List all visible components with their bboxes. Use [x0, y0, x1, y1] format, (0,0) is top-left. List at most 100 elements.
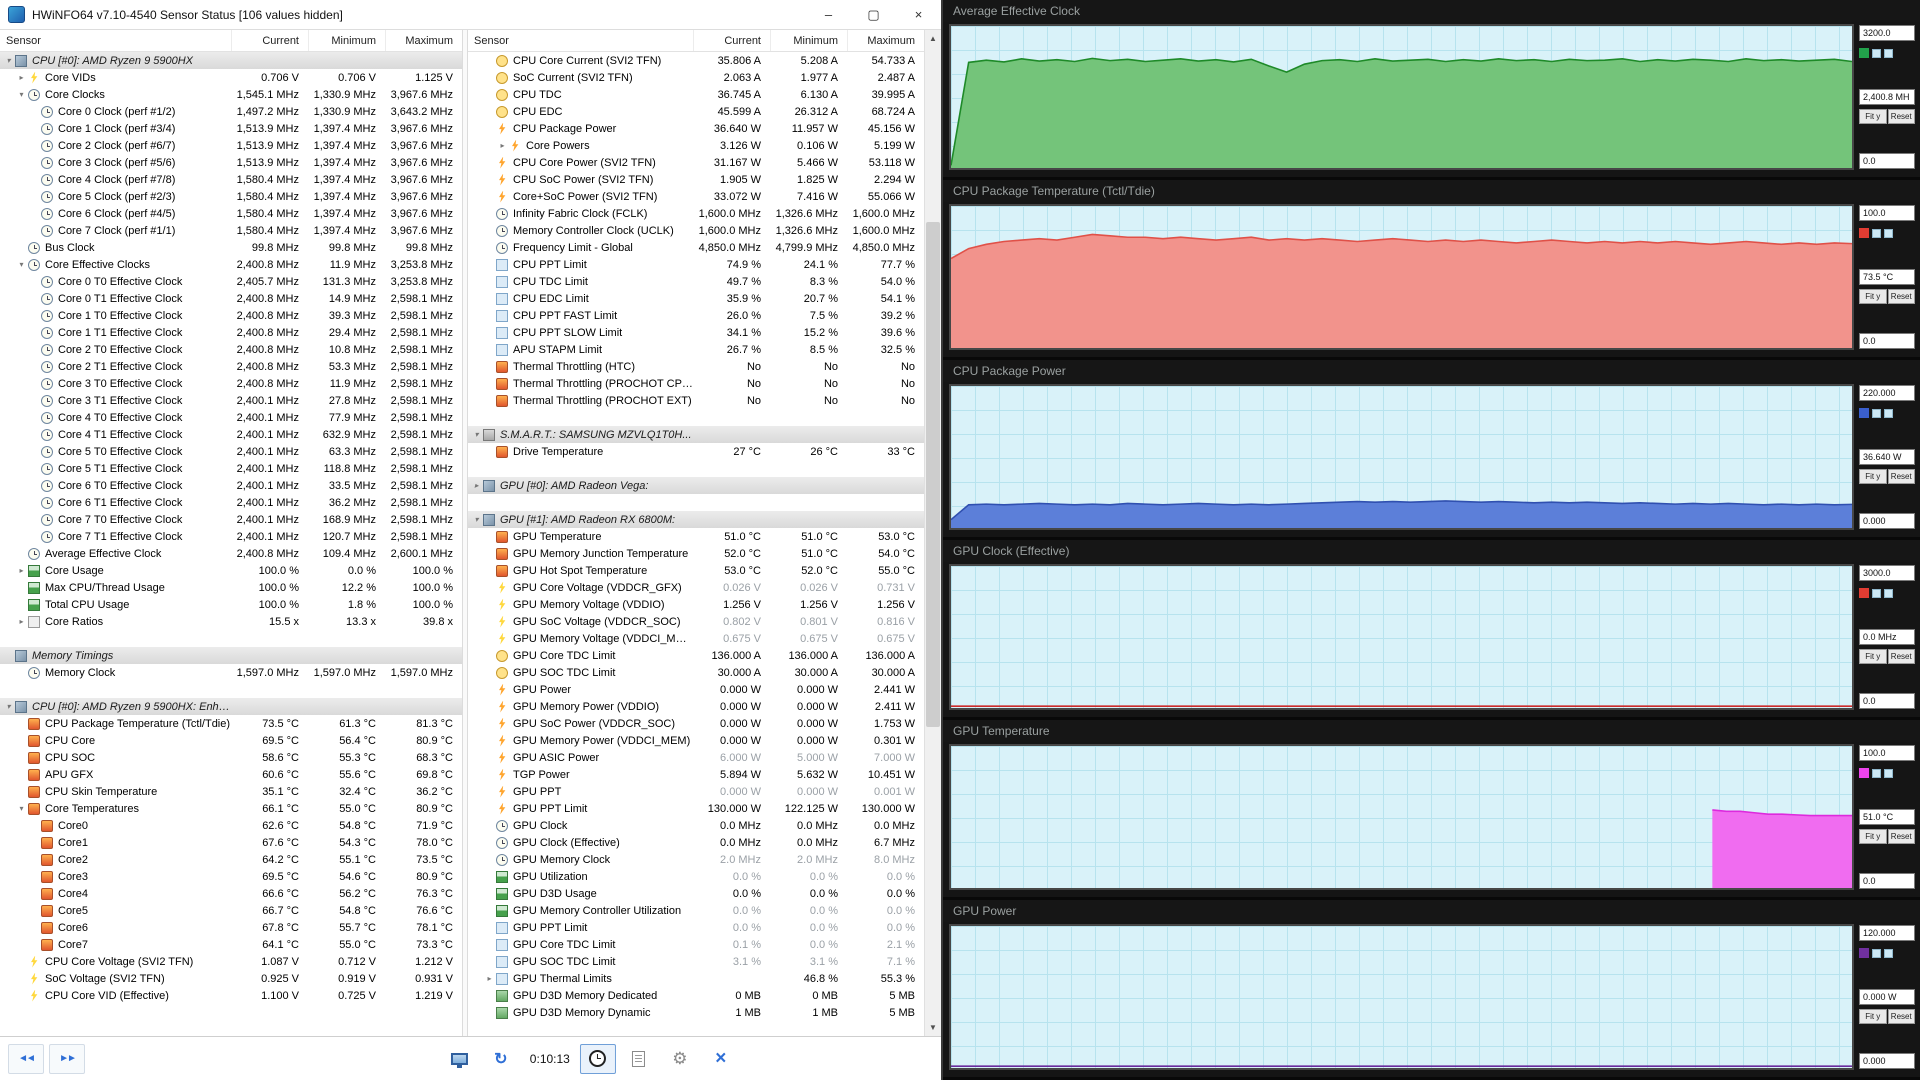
sensor-row[interactable]: Core4 66.6 °C 56.2 °C 76.3 °C — [0, 885, 462, 902]
sensor-row[interactable]: CPU EDC Limit 35.9 % 20.7 % 54.1 % — [468, 290, 924, 307]
column-header-sensor[interactable]: Sensor — [4, 35, 231, 47]
sensor-row[interactable]: Bus Clock 99.8 MHz 99.8 MHz 99.8 MHz — [0, 239, 462, 256]
sensor-row[interactable]: Core6 67.8 °C 55.7 °C 78.1 °C — [0, 919, 462, 936]
sensor-row[interactable]: GPU SoC Voltage (VDDCR_SOC) 0.802 V 0.801 … — [468, 613, 924, 630]
column-header-minimum[interactable]: Minimum — [308, 30, 385, 51]
expander-icon[interactable]: ▾ — [471, 511, 482, 528]
section-header-row[interactable]: ▾ CPU [#0]: AMD Ryzen 9 5900HX — [0, 52, 462, 69]
section-header-row[interactable]: ▸ GPU [#0]: AMD Radeon Vega: — [468, 477, 924, 494]
column-header-current[interactable]: Current — [693, 30, 770, 51]
sensor-row[interactable]: ▸ Core VIDs 0.706 V 0.706 V 1.125 V — [0, 69, 462, 86]
sensor-row[interactable]: CPU TDC 36.745 A 6.130 A 39.995 A — [468, 86, 924, 103]
sensor-row[interactable]: CPU SOC 58.6 °C 55.3 °C 68.3 °C — [0, 749, 462, 766]
sensor-row[interactable]: Core2 64.2 °C 55.1 °C 73.5 °C — [0, 851, 462, 868]
graph-option-checkbox[interactable] — [1872, 48, 1881, 58]
sensor-row[interactable]: CPU Core VID (Effective) 1.100 V 0.725 V 1.… — [0, 987, 462, 1004]
y-max-field[interactable]: 3200.0 — [1859, 25, 1915, 41]
y-min-field[interactable]: 0.000 — [1859, 1053, 1915, 1069]
sensor-row[interactable]: Core3 69.5 °C 54.6 °C 80.9 °C — [0, 868, 462, 885]
sensor-row[interactable]: GPU Memory Controller Utilization 0.0 % 0.… — [468, 902, 924, 919]
series-color-swatch[interactable] — [1859, 228, 1869, 238]
sensor-row[interactable]: Core 6 Clock (perf #4/5) 1,580.4 MHz 1,397… — [0, 205, 462, 222]
sensor-row[interactable]: Core 0 T0 Effective Clock 2,405.7 MHz 131.… — [0, 273, 462, 290]
sensor-row[interactable]: GPU SOC TDC Limit 3.1 % 3.1 % 7.1 % — [468, 953, 924, 970]
sensor-row[interactable]: GPU Power 0.000 W 0.000 W 2.441 W — [468, 681, 924, 698]
sensor-row[interactable]: TGP Power 5.894 W 5.632 W 10.451 W — [468, 766, 924, 783]
graph-plot[interactable] — [949, 204, 1854, 350]
move-value-left-button[interactable]: ◄◄ — [8, 1043, 44, 1074]
sensor-row[interactable]: ▾ Core Clocks 1,545.1 MHz 1,330.9 MHz 3,967.… — [0, 86, 462, 103]
series-color-swatch[interactable] — [1859, 588, 1869, 598]
sensor-row[interactable]: Core 7 T0 Effective Clock 2,400.1 MHz 168.… — [0, 511, 462, 528]
sensor-row[interactable]: GPU SoC Power (VDDCR_SOC) 0.000 W 0.000 W 1… — [468, 715, 924, 732]
refresh-button[interactable]: ↻ — [483, 1044, 519, 1074]
graph-option-checkbox[interactable] — [1884, 768, 1893, 778]
sensor-row[interactable]: Core 2 T0 Effective Clock 2,400.8 MHz 10.8… — [0, 341, 462, 358]
expander-icon[interactable]: ▾ — [16, 256, 27, 273]
expander-icon[interactable]: ▸ — [497, 137, 508, 154]
expander-icon[interactable]: ▸ — [16, 562, 27, 579]
sensor-row[interactable]: Core1 67.6 °C 54.3 °C 78.0 °C — [0, 834, 462, 851]
settings-button[interactable]: ⚙ — [662, 1044, 698, 1074]
sensor-row[interactable]: Total CPU Usage 100.0 % 1.8 % 100.0 % — [0, 596, 462, 613]
sensor-row[interactable]: Core5 66.7 °C 54.8 °C 76.6 °C — [0, 902, 462, 919]
sensor-row[interactable]: Core 5 Clock (perf #2/3) 1,580.4 MHz 1,397… — [0, 188, 462, 205]
y-min-field[interactable]: 0.0 — [1859, 153, 1915, 169]
scrollbar-track[interactable] — [925, 47, 941, 1019]
y-max-field[interactable]: 220.000 — [1859, 385, 1915, 401]
sensor-row[interactable]: Core0 62.6 °C 54.8 °C 71.9 °C — [0, 817, 462, 834]
column-header-maximum[interactable]: Maximum — [847, 30, 924, 51]
sensor-row[interactable]: GPU Utilization 0.0 % 0.0 % 0.0 % — [468, 868, 924, 885]
fit-y-button[interactable]: Fit y — [1859, 109, 1887, 124]
graph-option-checkbox[interactable] — [1872, 588, 1881, 598]
sensor-row[interactable]: GPU D3D Usage 0.0 % 0.0 % 0.0 % — [468, 885, 924, 902]
column-header-minimum[interactable]: Minimum — [770, 30, 847, 51]
scrollbar-thumb[interactable] — [926, 221, 940, 728]
section-header-row[interactable]: ▾ GPU [#1]: AMD Radeon RX 6800M: — [468, 511, 924, 528]
reset-button[interactable]: Reset — [1887, 1009, 1915, 1024]
maximize-button[interactable]: ▢ — [851, 0, 896, 29]
graph-plot[interactable] — [949, 744, 1854, 890]
expander-icon[interactable]: ▾ — [16, 800, 27, 817]
y-max-field[interactable]: 3000.0 — [1859, 565, 1915, 581]
fit-y-button[interactable]: Fit y — [1859, 1009, 1887, 1024]
reset-clock-button[interactable] — [579, 1043, 616, 1074]
sensor-row[interactable]: GPU Clock (Effective) 0.0 MHz 0.0 MHz 6.7 M… — [468, 834, 924, 851]
reset-button[interactable]: Reset — [1887, 109, 1915, 124]
move-value-right-button[interactable]: ►► — [49, 1043, 85, 1074]
y-max-field[interactable]: 100.0 — [1859, 745, 1915, 761]
logging-button[interactable] — [621, 1044, 657, 1074]
expander-icon[interactable]: ▸ — [16, 69, 27, 86]
sensor-row[interactable]: CPU SoC Power (SVI2 TFN) 1.905 W 1.825 W 2.… — [468, 171, 924, 188]
sensor-row[interactable]: CPU Core Current (SVI2 TFN) 35.806 A 5.208… — [468, 52, 924, 69]
sensor-row[interactable]: Core 4 Clock (perf #7/8) 1,580.4 MHz 1,397… — [0, 171, 462, 188]
series-color-swatch[interactable] — [1859, 48, 1869, 58]
sensor-row[interactable]: GPU Memory Power (VDDIO) 0.000 W 0.000 W 2.… — [468, 698, 924, 715]
scroll-down-icon[interactable]: ▼ — [925, 1019, 941, 1036]
column-header-maximum[interactable]: Maximum — [385, 30, 462, 51]
series-color-swatch[interactable] — [1859, 948, 1869, 958]
sensor-row[interactable]: CPU TDC Limit 49.7 % 8.3 % 54.0 % — [468, 273, 924, 290]
sensor-row[interactable]: APU STAPM Limit 26.7 % 8.5 % 32.5 % — [468, 341, 924, 358]
sensor-row[interactable]: GPU Hot Spot Temperature 53.0 °C 52.0 °C 55… — [468, 562, 924, 579]
graph-option-checkbox[interactable] — [1884, 228, 1893, 238]
sensor-row[interactable]: GPU Memory Clock 2.0 MHz 2.0 MHz 8.0 MHz — [468, 851, 924, 868]
minimize-button[interactable]: – — [806, 0, 851, 29]
fit-y-button[interactable]: Fit y — [1859, 469, 1887, 484]
sensor-row[interactable]: Core 0 Clock (perf #1/2) 1,497.2 MHz 1,330… — [0, 103, 462, 120]
sensor-row[interactable]: Core 4 T1 Effective Clock 2,400.1 MHz 632.… — [0, 426, 462, 443]
sensor-row[interactable]: Infinity Fabric Clock (FCLK) 1,600.0 MHz 1… — [468, 205, 924, 222]
section-header-row[interactable]: ▾ CPU [#0]: AMD Ryzen 9 5900HX: Enha... — [0, 698, 462, 715]
sensor-row[interactable]: GPU Core TDC Limit 0.1 % 0.0 % 2.1 % — [468, 936, 924, 953]
graph-option-checkbox[interactable] — [1872, 408, 1881, 418]
sensor-row[interactable]: ▾ Core Temperatures 66.1 °C 55.0 °C 80.9 °C — [0, 800, 462, 817]
sensor-row[interactable]: Memory Clock 1,597.0 MHz 1,597.0 MHz 1,597.… — [0, 664, 462, 681]
sensor-row[interactable]: CPU PPT SLOW Limit 34.1 % 15.2 % 39.6 % — [468, 324, 924, 341]
graph-option-checkbox[interactable] — [1872, 948, 1881, 958]
graph-option-checkbox[interactable] — [1884, 48, 1893, 58]
sensor-row[interactable]: GPU PPT Limit 130.000 W 122.125 W 130.000 W — [468, 800, 924, 817]
sensor-row[interactable]: Drive Temperature 27 °C 26 °C 33 °C — [468, 443, 924, 460]
sensor-row[interactable]: Thermal Throttling (PROCHOT CPU) No No No — [468, 375, 924, 392]
series-color-swatch[interactable] — [1859, 408, 1869, 418]
sensor-row[interactable]: Core 5 T0 Effective Clock 2,400.1 MHz 63.3… — [0, 443, 462, 460]
